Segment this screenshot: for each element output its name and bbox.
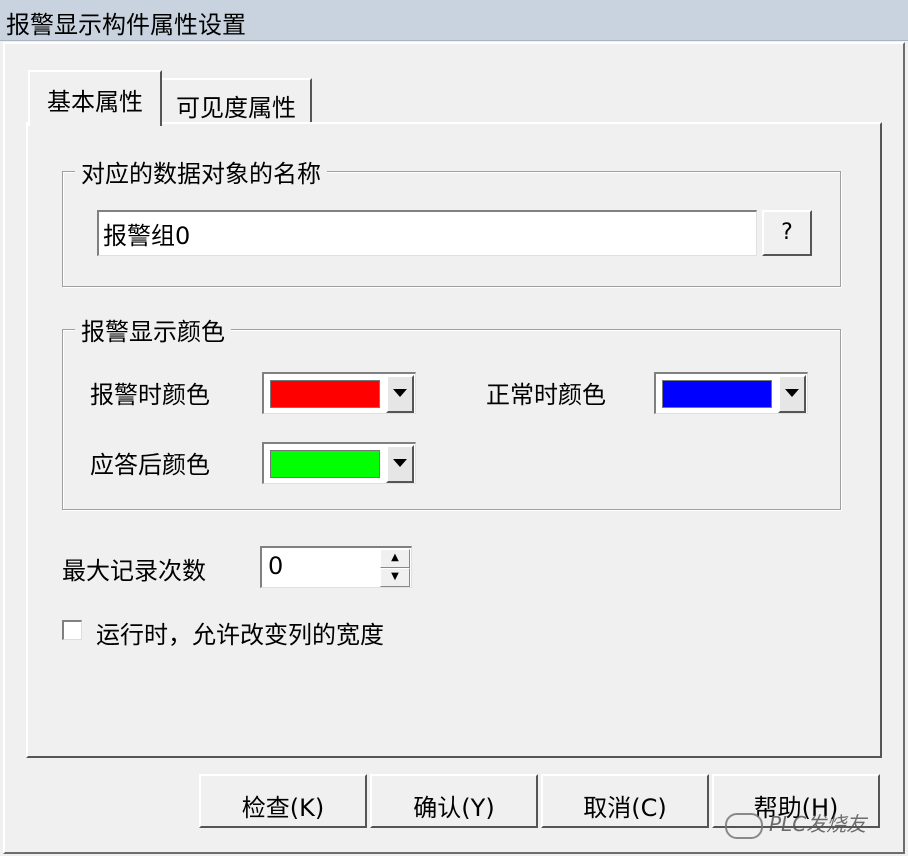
window-title: 报警显示构件属性设置 xyxy=(6,11,246,39)
tab-visibility-properties[interactable]: 可见度属性 xyxy=(160,78,312,122)
confirm-button[interactable]: 确认(Y) xyxy=(370,774,538,828)
check-button[interactable]: 检查(K) xyxy=(199,774,367,828)
title-bar: 报警显示构件属性设置 xyxy=(0,0,908,41)
cancel-button[interactable]: 取消(C) xyxy=(541,774,709,828)
watermark-text: PLC发烧友 xyxy=(769,812,867,836)
tab-panel xyxy=(26,122,882,758)
watermark: PLC发烧友 xyxy=(725,808,866,839)
tab-basic-properties[interactable]: 基本属性 xyxy=(28,70,162,126)
wechat-icon xyxy=(725,812,763,839)
